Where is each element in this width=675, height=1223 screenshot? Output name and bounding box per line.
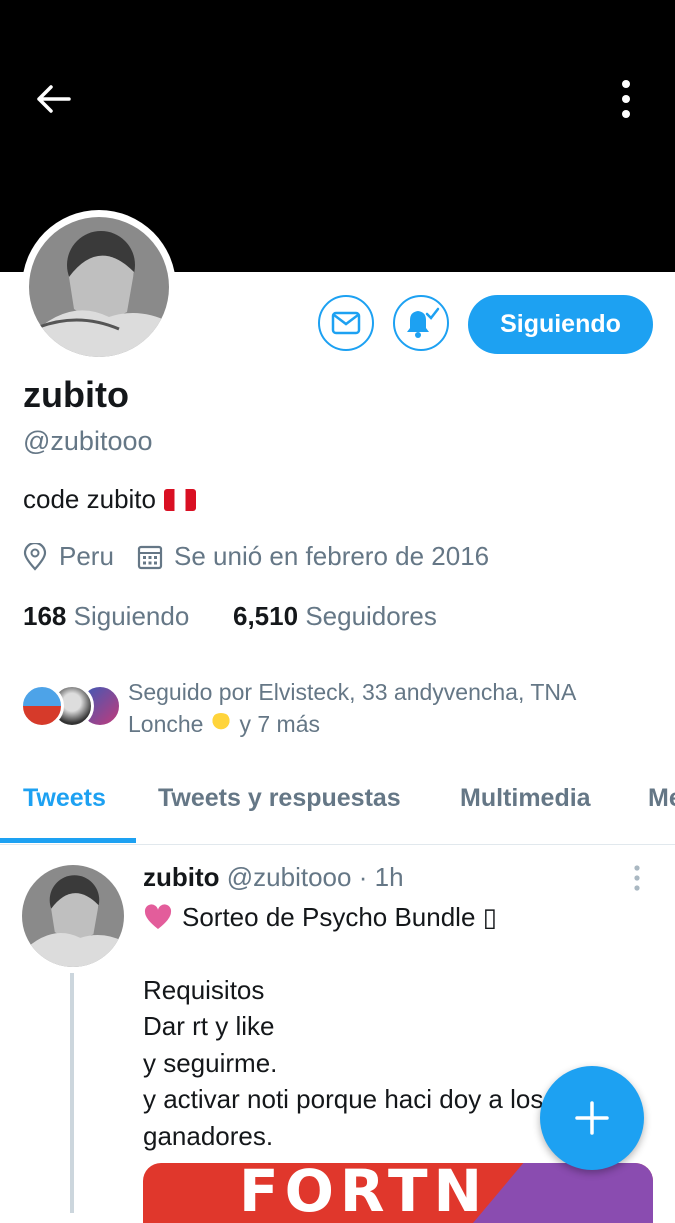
vertical-dots-icon <box>634 865 640 891</box>
followers-stat[interactable]: 6,510 Seguidores <box>233 601 437 632</box>
followed-by-names: Seguido por Elvisteck, 33 andyvencha, TN… <box>128 679 576 737</box>
followers-label: Seguidores <box>305 601 437 631</box>
notifications-button[interactable] <box>393 295 449 351</box>
envelope-icon <box>331 311 361 335</box>
hatching-chick-icon <box>209 713 234 735</box>
peru-flag-icon <box>163 488 196 511</box>
location: Peru <box>23 541 114 572</box>
plus-icon <box>575 1101 609 1135</box>
tab-tweets-replies[interactable]: Tweets y respuestas <box>158 784 401 813</box>
profile-handle: @zubitooo <box>23 426 153 456</box>
following-label: Siguiendo <box>73 601 190 631</box>
profile-bio: code zubito <box>23 484 196 515</box>
tweet-line1-tail: ▯ <box>482 902 497 932</box>
tweet-header: zubito @zubitooo · 1h <box>143 862 404 893</box>
follower-avatar <box>20 684 64 728</box>
tweet-avatar[interactable] <box>22 865 124 967</box>
tweet-more-button[interactable] <box>627 863 647 893</box>
arrow-left-icon <box>37 85 71 113</box>
message-button[interactable] <box>318 295 374 351</box>
active-tab-indicator <box>0 838 136 843</box>
tab-media[interactable]: Multimedia <box>460 784 591 813</box>
tweet-time: 1h <box>374 862 404 892</box>
avatar-image <box>29 217 169 357</box>
heart-icon <box>143 903 173 929</box>
tweet-media[interactable]: FORTN <box>143 1163 653 1223</box>
profile-name: zubito <box>23 374 129 415</box>
followers-count: 6,510 <box>233 601 299 631</box>
bell-check-icon <box>407 307 440 338</box>
thread-line <box>70 973 74 1213</box>
tweet-author-handle: @zubitooo <box>226 862 352 892</box>
location-text: Peru <box>59 541 114 571</box>
profile-avatar[interactable] <box>22 210 176 364</box>
join-date: Se unió en febrero de 2016 <box>137 541 489 572</box>
tweet-separator: · <box>358 862 368 892</box>
compose-tweet-button[interactable] <box>540 1066 644 1170</box>
more-options-button[interactable] <box>604 76 648 122</box>
media-graphic <box>473 1163 653 1223</box>
following-button[interactable]: Siguiendo <box>468 295 653 354</box>
followed-by[interactable]: Seguido por Elvisteck, 33 andyvencha, TN… <box>20 676 660 746</box>
media-text: FORTN <box>239 1163 489 1223</box>
followed-by-text: Seguido por Elvisteck, 33 andyvencha, TN… <box>128 676 648 740</box>
tab-likes[interactable]: Me <box>648 784 675 813</box>
tweet-line1: Sorteo de Psycho Bundle <box>182 902 476 932</box>
following-stat[interactable]: 168 Siguiendo <box>23 601 189 632</box>
following-count: 168 <box>23 601 67 631</box>
location-pin-icon <box>23 542 47 571</box>
tweet-author-name: zubito <box>143 862 220 892</box>
back-button[interactable] <box>30 78 76 120</box>
join-date-text: Se unió en febrero de 2016 <box>174 541 490 571</box>
bio-text: code zubito <box>23 484 156 514</box>
vertical-dots-icon <box>622 80 630 118</box>
profile-tabs: Tweets Tweets y respuestas Multimedia Me <box>0 770 675 845</box>
calendar-icon <box>137 545 163 569</box>
tab-tweets[interactable]: Tweets <box>23 784 106 813</box>
followed-by-more: y 7 más <box>239 711 320 737</box>
avatar-image <box>22 865 124 967</box>
